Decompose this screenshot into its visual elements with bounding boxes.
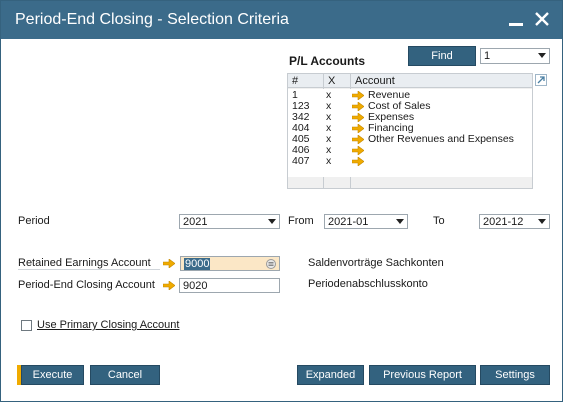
- find-select-value: 1: [484, 50, 491, 62]
- chevron-down-icon: [396, 219, 404, 224]
- previous-report-button[interactable]: Previous Report: [369, 365, 476, 385]
- execute-button[interactable]: Execute: [21, 365, 84, 385]
- link-arrow-icon[interactable]: [352, 113, 364, 122]
- period-label: Period: [18, 215, 50, 227]
- link-arrow-icon[interactable]: [352, 91, 364, 100]
- row-x: x: [326, 155, 332, 167]
- link-arrow-icon[interactable]: [163, 281, 175, 290]
- chevron-down-icon: [538, 53, 546, 58]
- col-header-account: Account: [355, 75, 395, 87]
- from-label: From: [288, 215, 314, 227]
- period-end-closing-description: Periodenabschlusskonto: [308, 278, 428, 290]
- cancel-button[interactable]: Cancel: [90, 365, 160, 385]
- period-end-closing-label: Period-End Closing Account: [18, 279, 155, 291]
- period-end-closing-value: 9020: [183, 279, 208, 292]
- find-select[interactable]: 1: [480, 48, 550, 64]
- use-primary-label-text: Use Primary Closing Account: [37, 319, 180, 331]
- chevron-down-icon: [268, 219, 276, 224]
- link-arrow-icon[interactable]: [352, 124, 364, 133]
- period-end-closing-input[interactable]: 9020: [179, 278, 280, 293]
- grid-header: # X Account: [288, 74, 532, 88]
- period-value: 2021: [183, 215, 208, 228]
- to-label: To: [433, 215, 445, 227]
- pl-accounts-title: P/L Accounts: [289, 54, 366, 68]
- period-end-closing-window: Period-End Closing - Selection Criteria …: [0, 0, 563, 402]
- from-select[interactable]: 2021-01: [324, 214, 408, 229]
- from-value: 2021-01: [328, 215, 369, 228]
- use-primary-label[interactable]: Use Primary Closing Account: [37, 319, 179, 331]
- expand-corner-icon[interactable]: [535, 74, 547, 86]
- use-primary-checkbox[interactable]: [21, 320, 32, 331]
- row-num: 407: [292, 155, 310, 167]
- retained-earnings-description: Saldenvorträge Sachkonten: [308, 257, 444, 269]
- window-title: Period-End Closing - Selection Criteria: [15, 11, 289, 28]
- table-row[interactable]: 406 x: [288, 145, 532, 156]
- link-arrow-icon[interactable]: [163, 259, 175, 268]
- retained-earnings-value: 9000: [184, 257, 211, 270]
- link-arrow-icon[interactable]: [352, 146, 364, 155]
- title-bar[interactable]: Period-End Closing - Selection Criteria: [1, 1, 562, 39]
- to-select[interactable]: 2021-12: [479, 214, 550, 229]
- retained-earnings-input[interactable]: 9000: [180, 256, 280, 271]
- col-header-num: #: [292, 75, 299, 87]
- period-select[interactable]: 2021: [179, 214, 280, 229]
- link-arrow-icon[interactable]: [352, 102, 364, 111]
- minimize-icon[interactable]: [504, 7, 528, 31]
- row-account: Other Revenues and Expenses: [368, 133, 514, 145]
- link-arrow-icon[interactable]: [352, 157, 364, 166]
- list-icon[interactable]: [266, 259, 276, 269]
- table-row[interactable]: 407 x: [288, 156, 532, 167]
- table-row[interactable]: 405 x Other Revenues and Expenses: [288, 134, 532, 145]
- pl-accounts-grid[interactable]: # X Account 1 x Revenue 123 x Cost of Sa…: [287, 73, 533, 189]
- expanded-button[interactable]: Expanded: [297, 365, 364, 385]
- close-icon[interactable]: [530, 7, 554, 31]
- col-header-x: X: [328, 75, 336, 87]
- link-arrow-icon[interactable]: [352, 135, 364, 144]
- settings-button[interactable]: Settings: [480, 365, 550, 385]
- to-value: 2021-12: [483, 215, 524, 228]
- chevron-down-icon: [538, 219, 546, 224]
- retained-earnings-label: Retained Earnings Account: [18, 257, 151, 269]
- find-button[interactable]: Find: [408, 46, 476, 66]
